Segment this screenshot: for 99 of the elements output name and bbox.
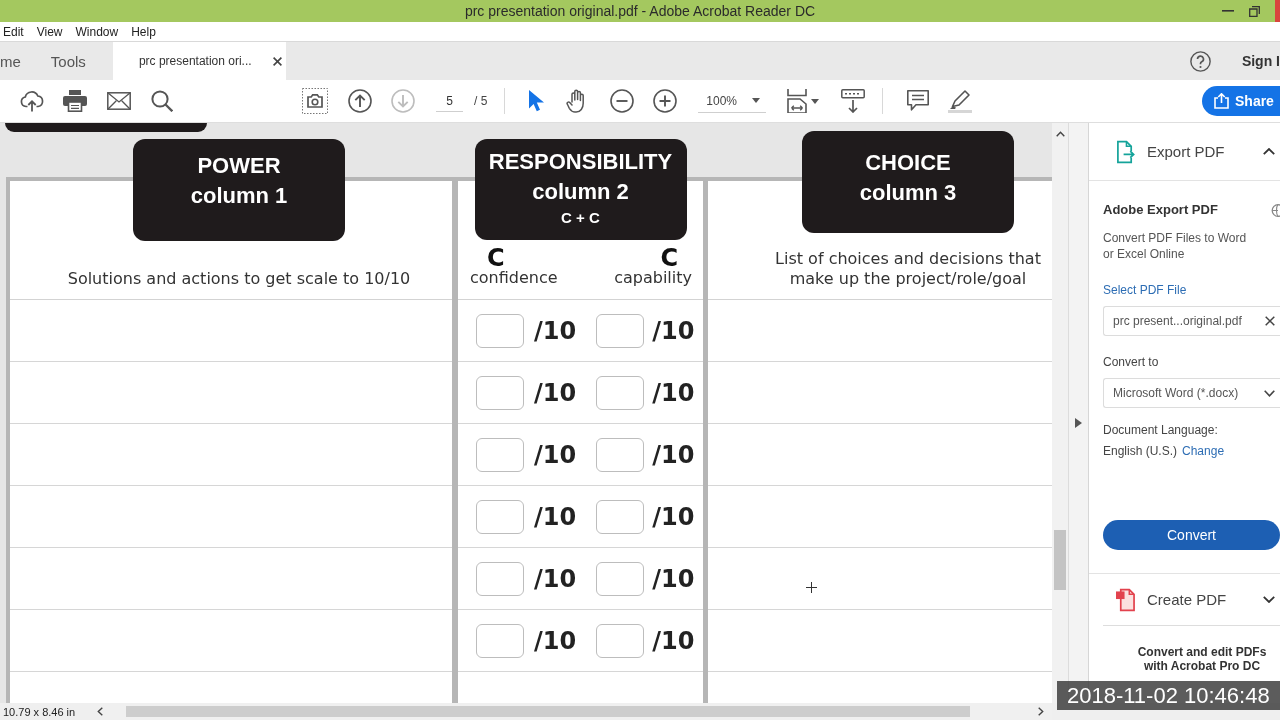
- crosshair-cursor-icon: [806, 582, 817, 593]
- share-icon[interactable]: [1214, 93, 1229, 109]
- page-number-field[interactable]: 5: [436, 90, 463, 112]
- page-count: / 5: [474, 94, 488, 108]
- zoom-out-icon[interactable]: [610, 89, 635, 113]
- column-description: Solutions and actions to get scale to 10/10: [67, 269, 411, 289]
- scrollbar-thumb[interactable]: [1054, 530, 1066, 590]
- column-subtitle: column 3: [859, 179, 957, 207]
- column-subtitle: column 2: [532, 178, 629, 206]
- triangle-right-icon[interactable]: [1075, 418, 1082, 428]
- score-box: [476, 375, 524, 410]
- score-scale: /10: [534, 501, 577, 533]
- score-scale: /10: [534, 315, 577, 347]
- score-scale: /10: [534, 439, 577, 471]
- score-box: [476, 313, 524, 348]
- score-box: [476, 561, 524, 596]
- select-file-link[interactable]: Select PDF File: [1103, 282, 1187, 298]
- column-subtitle: column 1: [190, 182, 288, 210]
- measure-label: capability: [614, 268, 692, 288]
- export-description: Convert PDF Files to Word or Excel Online: [1103, 230, 1248, 262]
- caret-icon[interactable]: [811, 98, 820, 104]
- score-scale: /10: [534, 563, 577, 595]
- page-fit-icon[interactable]: [787, 89, 808, 113]
- column-note: C + C: [561, 208, 600, 228]
- chevron-up-icon[interactable]: [1055, 131, 1065, 137]
- envelope-icon[interactable]: [107, 92, 131, 110]
- help-icon[interactable]: [1189, 50, 1211, 72]
- score-box: [596, 561, 645, 596]
- recording-timestamp: 2018-11-02 10:46:48: [1057, 681, 1280, 710]
- chevron-up-icon[interactable]: [1263, 148, 1275, 155]
- score-box: [476, 623, 524, 658]
- file-field[interactable]: prc present...original.pdf: [1103, 306, 1280, 336]
- score-scale: /10: [652, 315, 695, 347]
- document-arrow-icon[interactable]: [1116, 139, 1135, 164]
- chevron-right-icon[interactable]: [1038, 707, 1044, 716]
- printer-icon[interactable]: [63, 90, 87, 112]
- score-scale: /10: [652, 377, 695, 409]
- page-size-label: 10.79 x 8.46 in: [2, 705, 77, 718]
- score-box: [596, 375, 645, 410]
- zoom-field[interactable]: 100%: [698, 89, 767, 113]
- menu-item[interactable]: View: [36, 24, 63, 39]
- score-box: [596, 499, 645, 534]
- vertical-scrollbar[interactable]: [1052, 123, 1068, 703]
- score-box: [476, 499, 524, 534]
- highlighter-icon[interactable]: [948, 89, 973, 113]
- score-box: [476, 437, 524, 472]
- section-title[interactable]: Create PDF: [1147, 591, 1227, 608]
- score-scale: /10: [534, 377, 577, 409]
- arrow-up-circle-icon[interactable]: [348, 89, 372, 113]
- scroll-mode-icon[interactable]: [841, 89, 866, 113]
- score-box: [596, 313, 645, 348]
- score-box: [596, 437, 645, 472]
- share-button[interactable]: Share: [1202, 86, 1280, 116]
- convert-to-label: Convert to: [1103, 354, 1159, 370]
- score-scale: /10: [652, 439, 695, 471]
- section-title[interactable]: Export PDF: [1147, 143, 1225, 160]
- column-title: CHOICE: [865, 149, 951, 177]
- measure-letter: C: [487, 248, 505, 268]
- language-value: English (U.S.): [1103, 443, 1178, 459]
- language-label: Document Language:: [1103, 422, 1218, 438]
- cloud-upload-icon[interactable]: [20, 90, 44, 112]
- sign-in-button[interactable]: Sign I: [1241, 53, 1280, 69]
- document-add-icon[interactable]: [1116, 587, 1135, 612]
- chevron-down-icon[interactable]: [1263, 596, 1275, 603]
- change-link[interactable]: Change: [1182, 443, 1225, 459]
- speech-bubble-icon[interactable]: [907, 90, 930, 112]
- tab[interactable]: me: [0, 42, 36, 80]
- convert-button[interactable]: Convert: [1103, 520, 1280, 550]
- caret-icon[interactable]: [752, 98, 761, 103]
- format-dropdown[interactable]: Microsoft Word (*.docx): [1103, 378, 1280, 408]
- menu-item[interactable]: Edit: [3, 24, 24, 39]
- score-box: [596, 623, 645, 658]
- zoom-in-icon[interactable]: [653, 89, 678, 113]
- window-title: prc presentation original.pdf - Adobe Acrobat Reader DC: [464, 3, 816, 19]
- search-icon[interactable]: [151, 90, 173, 112]
- score-scale: /10: [652, 501, 695, 533]
- scrollbar-thumb[interactable]: [126, 706, 970, 717]
- chevron-down-icon[interactable]: [1264, 389, 1275, 397]
- tab[interactable]: prc presentation ori...: [112, 42, 286, 80]
- close-icon[interactable]: [272, 56, 282, 66]
- measure-label: confidence: [470, 268, 558, 288]
- globe-icon[interactable]: [1271, 203, 1280, 217]
- camera-icon[interactable]: [302, 88, 328, 114]
- score-scale: /10: [652, 625, 695, 657]
- pointer-icon[interactable]: [528, 90, 545, 112]
- menu-item[interactable]: Window: [75, 24, 119, 39]
- restore-icon[interactable]: [1249, 5, 1260, 17]
- score-scale: /10: [652, 563, 695, 595]
- menu-item[interactable]: Help: [131, 24, 156, 39]
- export-heading: Adobe Export PDF: [1103, 202, 1218, 218]
- close-icon[interactable]: [1265, 316, 1275, 326]
- measure-letter: C: [660, 248, 678, 268]
- chevron-left-icon[interactable]: [97, 707, 103, 716]
- tab[interactable]: Tools: [35, 42, 101, 80]
- promo-text: Convert and edit PDFs with Acrobat Pro DC: [1136, 645, 1268, 673]
- column-description: List of choices and decisions that make up the project/role/goal: [774, 249, 1042, 289]
- column-title: POWER: [197, 152, 281, 180]
- column-title: RESPONSIBILITY: [488, 148, 673, 176]
- score-scale: /10: [534, 625, 577, 657]
